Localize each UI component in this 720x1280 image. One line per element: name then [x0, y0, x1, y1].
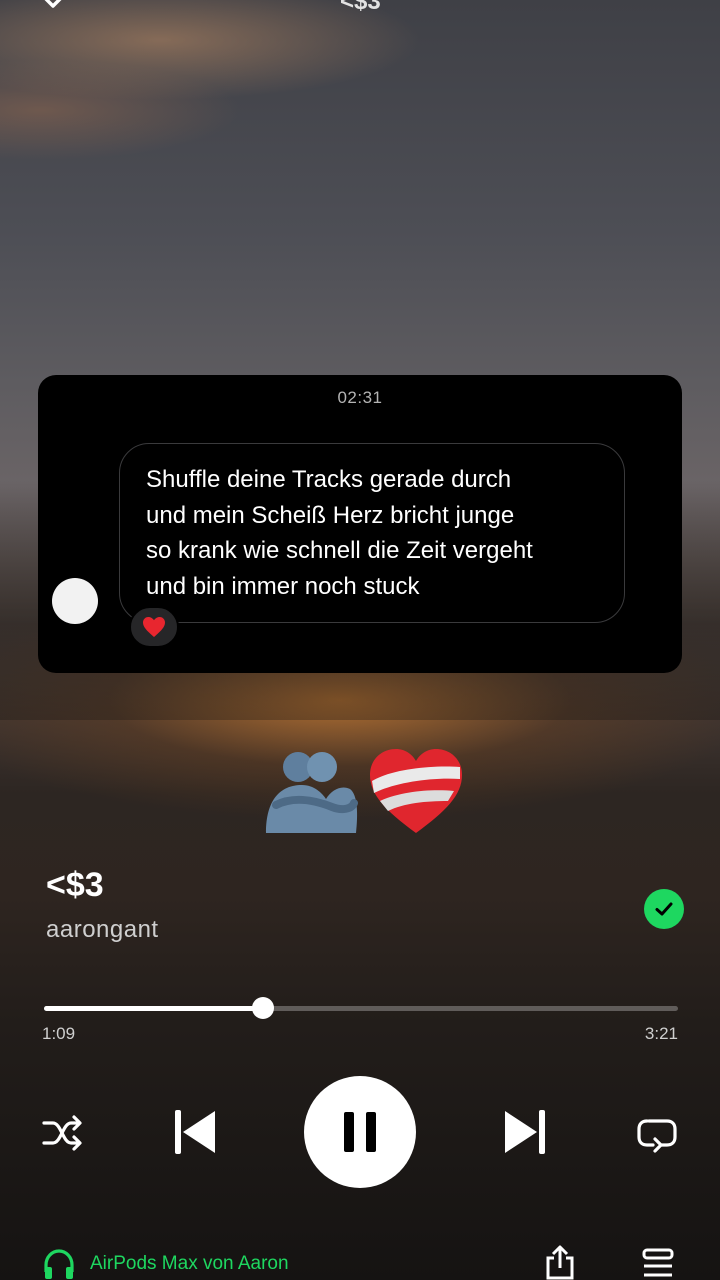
- message-line: und mein Scheiß Herz bricht junge: [146, 501, 515, 529]
- message-text: Shuffle deine Tracks gerade durch und me…: [146, 462, 616, 604]
- queue-icon: [642, 1248, 674, 1277]
- chevron-down-icon[interactable]: [38, 0, 68, 16]
- heart-reaction: [129, 606, 179, 648]
- message-line: Shuffle deine Tracks gerade durch: [146, 466, 512, 493]
- skip-back-icon: [175, 1110, 215, 1154]
- mending-heart-icon: [370, 749, 462, 833]
- track-title: <$3: [46, 866, 104, 904]
- share-icon: [546, 1245, 574, 1280]
- previous-button[interactable]: [170, 1106, 218, 1158]
- shuffle-icon: [42, 1115, 82, 1151]
- skip-forward-icon: [505, 1110, 545, 1154]
- liked-check-icon[interactable]: [644, 889, 684, 929]
- pause-icon: [344, 1112, 376, 1152]
- progress-fill: [44, 1006, 263, 1011]
- track-artist[interactable]: aarongant: [46, 916, 159, 944]
- headphones-icon: [44, 1249, 74, 1279]
- device-label: AirPods Max von Aaron: [90, 1253, 289, 1274]
- shuffle-button[interactable]: [40, 1110, 86, 1156]
- avatar: [52, 578, 98, 624]
- elapsed-time: 1:09: [42, 1024, 76, 1043]
- next-button[interactable]: [502, 1106, 550, 1158]
- progress-handle[interactable]: [252, 997, 274, 1019]
- message-line: so krank wie schnell die Zeit vergeht: [146, 537, 533, 564]
- header-title: <$3: [340, 0, 381, 15]
- pause-button[interactable]: [304, 1076, 416, 1188]
- repeat-button[interactable]: [634, 1110, 680, 1156]
- connected-device[interactable]: AirPods Max von Aaron: [42, 1248, 289, 1280]
- total-time: 3:21: [644, 1024, 678, 1043]
- repeat-icon: [637, 1119, 677, 1153]
- message-line: und bin immer noch stuck: [146, 572, 420, 600]
- share-button[interactable]: [540, 1244, 580, 1280]
- heart-icon: [143, 617, 165, 637]
- queue-button[interactable]: [638, 1246, 678, 1280]
- artwork-emojis: [266, 749, 462, 833]
- people-hugging-icon: [266, 752, 358, 833]
- message-timestamp: 02:31: [337, 388, 383, 407]
